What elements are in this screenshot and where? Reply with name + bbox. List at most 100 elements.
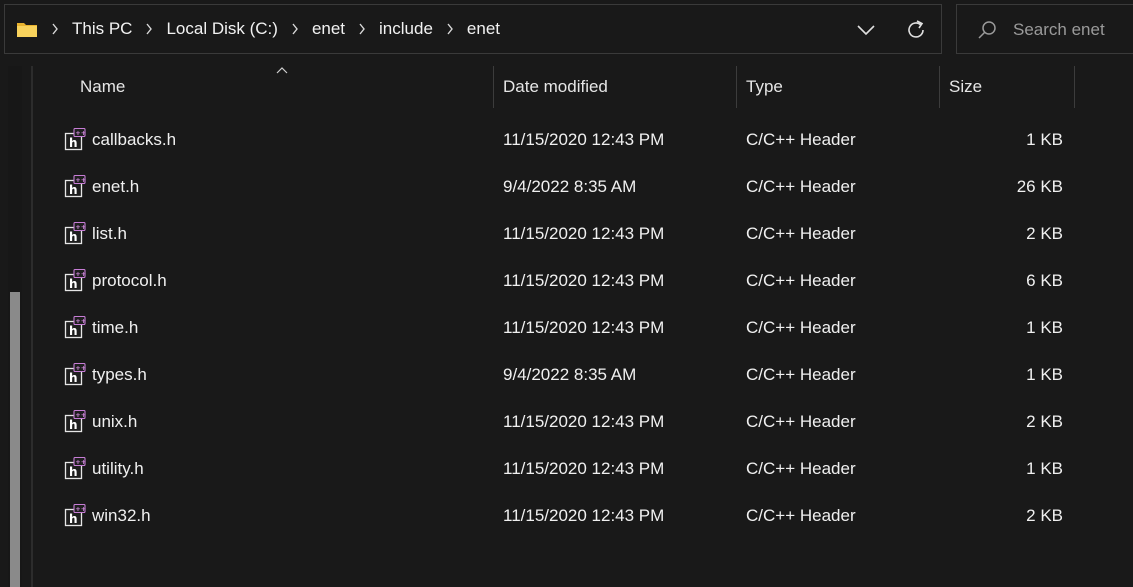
- file-row[interactable]: h ++ list.h 11/15/2020 12:43 PM C/C++ He…: [34, 210, 1133, 257]
- svg-text:++: ++: [75, 505, 86, 513]
- file-type: C/C++ Header: [746, 176, 856, 196]
- file-name: callbacks.h: [92, 129, 177, 149]
- file-size: 1 KB: [1026, 317, 1063, 337]
- cpp-header-file-icon: h ++: [64, 504, 86, 527]
- breadcrumb-enet[interactable]: enet: [312, 19, 345, 39]
- file-row[interactable]: h ++ types.h 9/4/2022 8:35 AM C/C++ Head…: [34, 351, 1133, 398]
- svg-text:h: h: [69, 371, 78, 385]
- file-name: win32.h: [92, 505, 151, 525]
- column-header-type[interactable]: Type: [746, 66, 938, 108]
- svg-text:++: ++: [75, 317, 86, 325]
- file-type: C/C++ Header: [746, 129, 856, 149]
- file-name: unix.h: [92, 411, 138, 431]
- svg-text:h: h: [69, 324, 78, 338]
- file-date-modified: 9/4/2022 8:35 AM: [503, 176, 637, 196]
- cpp-header-file-icon: h ++: [64, 410, 86, 433]
- search-input[interactable]: [1013, 18, 1133, 42]
- file-name: protocol.h: [92, 270, 167, 290]
- file-size: 1 KB: [1026, 364, 1063, 384]
- cpp-header-file-icon: h ++: [64, 222, 86, 245]
- file-size: 1 KB: [1026, 458, 1063, 478]
- file-row[interactable]: h ++ win32.h 11/15/2020 12:43 PM C/C++ H…: [34, 492, 1133, 539]
- cpp-header-file-icon: h ++: [64, 363, 86, 386]
- svg-text:++: ++: [75, 129, 86, 137]
- file-type: C/C++ Header: [746, 317, 856, 337]
- address-bar[interactable]: This PC Local Disk (C:) enet include ene…: [4, 4, 942, 54]
- file-type: C/C++ Header: [746, 223, 856, 243]
- column-divider[interactable]: [1074, 66, 1075, 108]
- breadcrumb: This PC Local Disk (C:) enet include ene…: [51, 5, 500, 53]
- svg-text:h: h: [69, 136, 78, 150]
- file-date-modified: 11/15/2020 12:43 PM: [503, 129, 665, 149]
- svg-text:h: h: [69, 465, 78, 479]
- file-type: C/C++ Header: [746, 364, 856, 384]
- svg-text:h: h: [69, 230, 78, 244]
- chevron-down-icon[interactable]: [853, 17, 879, 43]
- file-row[interactable]: h ++ unix.h 11/15/2020 12:43 PM C/C++ He…: [34, 398, 1133, 445]
- cpp-header-file-icon: h ++: [64, 175, 86, 198]
- svg-text:++: ++: [75, 364, 86, 372]
- svg-text:++: ++: [75, 270, 86, 278]
- navigation-scrollbar-thumb[interactable]: [10, 292, 20, 587]
- search-box[interactable]: [956, 4, 1133, 54]
- svg-text:++: ++: [75, 411, 86, 419]
- search-icon: [978, 21, 996, 39]
- pane-divider[interactable]: [31, 66, 33, 587]
- breadcrumb-current[interactable]: enet: [467, 19, 500, 39]
- file-date-modified: 11/15/2020 12:43 PM: [503, 505, 665, 525]
- file-date-modified: 9/4/2022 8:35 AM: [503, 364, 637, 384]
- chevron-right-icon[interactable]: [446, 23, 454, 35]
- svg-text:++: ++: [75, 223, 86, 231]
- file-size: 26 KB: [1016, 176, 1063, 196]
- file-type: C/C++ Header: [746, 458, 856, 478]
- file-type: C/C++ Header: [746, 270, 856, 290]
- chevron-right-icon: [52, 23, 58, 35]
- cpp-header-file-icon: h ++: [64, 457, 86, 480]
- chevron-right-icon[interactable]: [145, 23, 153, 35]
- file-date-modified: 11/15/2020 12:43 PM: [503, 458, 665, 478]
- file-row[interactable]: h ++ callbacks.h 11/15/2020 12:43 PM C/C…: [34, 116, 1133, 163]
- file-type: C/C++ Header: [746, 505, 856, 525]
- file-size: 1 KB: [1026, 129, 1063, 149]
- file-row[interactable]: h ++ protocol.h 11/15/2020 12:43 PM C/C+…: [34, 257, 1133, 304]
- column-divider[interactable]: [493, 66, 494, 108]
- file-size: 2 KB: [1026, 411, 1063, 431]
- file-type: C/C++ Header: [746, 411, 856, 431]
- svg-text:h: h: [69, 418, 78, 432]
- file-size: 2 KB: [1026, 223, 1063, 243]
- file-name: utility.h: [92, 458, 144, 478]
- column-header-name[interactable]: Name: [80, 66, 492, 108]
- file-row[interactable]: h ++ enet.h 9/4/2022 8:35 AM C/C++ Heade…: [34, 163, 1133, 210]
- column-header-date[interactable]: Date modified: [503, 66, 735, 108]
- file-name: enet.h: [92, 176, 140, 196]
- file-size: 6 KB: [1026, 270, 1063, 290]
- file-date-modified: 11/15/2020 12:43 PM: [503, 317, 665, 337]
- refresh-icon[interactable]: [903, 17, 929, 43]
- column-header-size[interactable]: Size: [949, 66, 1069, 108]
- folder-icon: [17, 23, 37, 37]
- file-date-modified: 11/15/2020 12:43 PM: [503, 223, 665, 243]
- chevron-right-icon[interactable]: [291, 23, 299, 35]
- file-size: 2 KB: [1026, 505, 1063, 525]
- svg-text:h: h: [69, 512, 78, 526]
- file-name: time.h: [92, 317, 139, 337]
- breadcrumb-this-pc[interactable]: This PC: [72, 19, 132, 39]
- column-divider[interactable]: [736, 66, 737, 108]
- cpp-header-file-icon: h ++: [64, 269, 86, 292]
- file-name: list.h: [92, 223, 127, 243]
- cpp-header-file-icon: h ++: [64, 128, 86, 151]
- svg-text:h: h: [69, 183, 78, 197]
- breadcrumb-include[interactable]: include: [379, 19, 433, 39]
- svg-text:h: h: [69, 277, 78, 291]
- file-row[interactable]: h ++ time.h 11/15/2020 12:43 PM C/C++ He…: [34, 304, 1133, 351]
- svg-text:++: ++: [75, 458, 86, 466]
- column-divider[interactable]: [939, 66, 940, 108]
- svg-text:++: ++: [75, 176, 86, 184]
- file-date-modified: 11/15/2020 12:43 PM: [503, 270, 665, 290]
- breadcrumb-local-disk[interactable]: Local Disk (C:): [166, 19, 277, 39]
- chevron-right-icon[interactable]: [358, 23, 366, 35]
- cpp-header-file-icon: h ++: [64, 316, 86, 339]
- file-date-modified: 11/15/2020 12:43 PM: [503, 411, 665, 431]
- file-name: types.h: [92, 364, 147, 384]
- file-row[interactable]: h ++ utility.h 11/15/2020 12:43 PM C/C++…: [34, 445, 1133, 492]
